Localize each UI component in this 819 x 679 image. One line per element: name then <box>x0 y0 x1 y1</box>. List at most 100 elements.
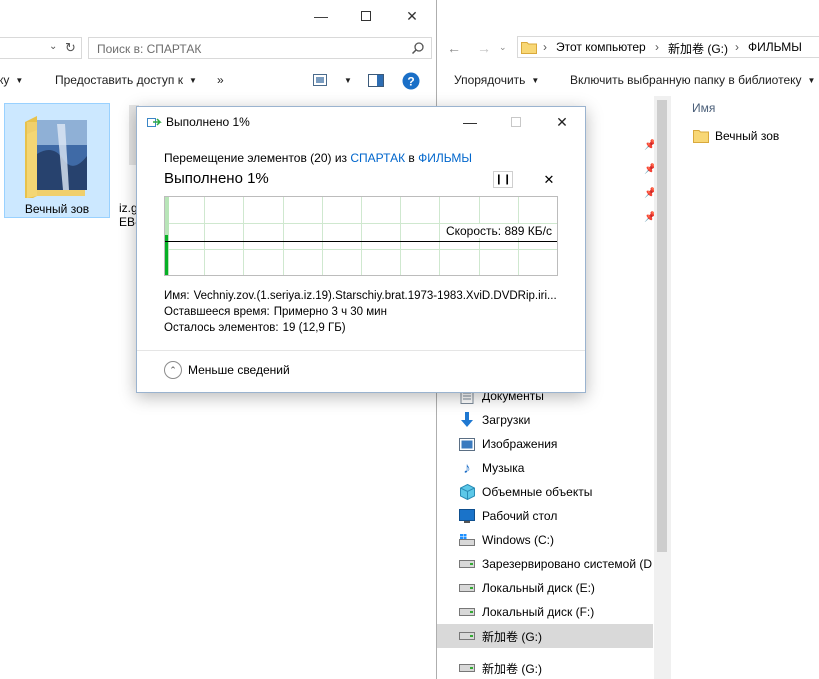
detail-items-value: 19 (12,9 ГБ) <box>282 322 346 334</box>
breadcrumb-separator-icon: › <box>735 40 739 54</box>
desktop-icon <box>459 508 475 524</box>
chevron-up-icon: ⌃ <box>164 361 182 379</box>
svg-text:?: ? <box>407 75 414 89</box>
right-command-bar: Упорядочить ▼ Включить выбранную папку в … <box>437 66 819 96</box>
minimize-button[interactable]: — <box>298 0 344 32</box>
nav-item-label: 新加卷 (G:) <box>482 661 542 676</box>
nav-item-label: Локальный диск (F:) <box>482 605 595 619</box>
chevron-down-icon[interactable]: ▼ <box>338 73 352 87</box>
speed-label: Скорость: 889 КБ/с <box>444 224 553 238</box>
breadcrumb-item[interactable]: Этот компьютер <box>556 40 646 54</box>
folder-thumbnail-icon <box>23 114 91 202</box>
nav-scrollbar-thumb[interactable] <box>657 100 667 552</box>
recent-locations-icon[interactable]: ⌄ <box>499 42 507 53</box>
pause-icon: ❙❙ <box>494 174 512 185</box>
dialog-maximize-button[interactable] <box>493 107 539 137</box>
include-in-library-button[interactable]: Включить выбранную папку в библиотеку ▼ <box>570 73 815 87</box>
nav-item-label: Рабочий стол <box>482 509 558 523</box>
nav-item-network-drive-g[interactable]: 新加卷 (G:) <box>459 656 649 679</box>
search-placeholder: Поиск в: СПАРТАК <box>97 42 202 56</box>
breadcrumb-item[interactable]: 新加卷 (G:) <box>668 40 728 57</box>
share-menu-button[interactable]: Предоставить доступ к ▼ <box>55 73 197 87</box>
nav-item-drive-g-selected[interactable]: 新加卷 (G:) <box>437 624 653 648</box>
breadcrumb-item[interactable]: ФИЛЬМЫ <box>748 40 802 54</box>
nav-item-label: Зарезервировано системой (D <box>482 557 653 571</box>
share-menu-label: Предоставить доступ к <box>55 73 183 87</box>
detail-time-value: Примерно 3 ч 30 мин <box>273 306 387 318</box>
nav-item-drive-c[interactable]: Windows (C:) <box>459 528 655 552</box>
dialog-minimize-button[interactable]: — <box>447 107 493 137</box>
file-move-icon <box>147 116 162 128</box>
progress-heading: Выполнено 1% <box>164 170 269 187</box>
copy-progress-dialog: Выполнено 1% — ✕ Перемещение элементов (… <box>136 106 586 393</box>
maximize-button[interactable] <box>343 0 389 32</box>
search-input[interactable]: Поиск в: СПАРТАК <box>88 37 432 59</box>
detail-name-label: Имя: <box>164 290 190 302</box>
breadcrumb-separator-icon: › <box>543 40 547 54</box>
nav-item-label: Локальный диск (E:) <box>482 581 595 595</box>
detail-items-label: Осталось элементов: <box>164 322 279 334</box>
nav-item-label: Изображения <box>482 437 558 451</box>
folder-icon <box>521 40 537 57</box>
nav-item-downloads[interactable]: Загрузки <box>459 408 655 432</box>
cancel-button[interactable]: ✕ <box>542 171 556 188</box>
nav-item-3d-objects[interactable]: Объемные объекты <box>459 480 655 504</box>
view-layout-icon[interactable] <box>313 74 327 89</box>
organize-label: Упорядочить <box>454 73 526 87</box>
dialog-close-button[interactable]: ✕ <box>539 107 585 137</box>
include-in-library-label: Включить выбранную папку в библиотеку <box>570 73 802 87</box>
nav-item-drive-d[interactable]: Зарезервировано системой (D <box>459 552 655 576</box>
nav-item-desktop[interactable]: Рабочий стол <box>459 504 655 528</box>
breadcrumb[interactable]: › Этот компьютер › 新加卷 (G:) › ФИЛЬМЫ <box>517 36 819 58</box>
more-commands-button[interactable]: » <box>217 73 224 87</box>
drive-icon <box>459 628 475 644</box>
nav-item-label: Объемные объекты <box>482 485 593 499</box>
move-in-word: в <box>408 151 415 165</box>
cube-icon <box>459 484 475 500</box>
chevron-down-icon: ▼ <box>188 76 197 85</box>
dialog-separator <box>137 350 585 351</box>
move-description: Перемещение элементов (20) из СПАРТАК в … <box>164 151 472 165</box>
destination-folder-link[interactable]: ФИЛЬМЫ <box>418 151 472 165</box>
source-folder-link[interactable]: СПАРТАК <box>350 151 405 165</box>
detail-items-row: Осталось элементов: 19 (12,9 ГБ) <box>164 322 346 334</box>
detail-name-row: Имя: Vechniy.zov.(1.seriya.iz.19).Starsch… <box>164 290 557 302</box>
left-command-bar: ку ▼ Предоставить доступ к ▼ » ▼ ? <box>0 66 437 96</box>
column-header-name[interactable]: Имя <box>692 101 715 115</box>
less-details-button[interactable]: ⌃ Меньше сведений <box>164 361 290 379</box>
speed-graph: Скорость: 889 КБ/с <box>164 196 558 276</box>
detail-name-value: Vechniy.zov.(1.seriya.iz.19).Starschiy.b… <box>193 290 557 302</box>
forward-arrow-icon[interactable]: → <box>477 40 491 56</box>
cmd-view-label: ку <box>0 73 10 87</box>
dialog-titlebar: Выполнено 1% — ✕ <box>137 107 585 137</box>
organize-menu-button[interactable]: Упорядочить ▼ <box>454 73 539 87</box>
preview-pane-icon[interactable] <box>368 74 384 90</box>
download-arrow-icon <box>459 412 475 428</box>
address-bar[interactable]: ⌄ ↻ <box>0 37 82 59</box>
nav-item-drive-e[interactable]: Локальный диск (E:) <box>459 576 655 600</box>
chevron-down-icon[interactable]: ⌄ <box>49 41 57 52</box>
content-folder-label: Вечный зов <box>715 129 780 143</box>
folder-tile-selected[interactable]: Вечный зов <box>4 103 110 218</box>
nav-item-label: Музыка <box>482 461 525 475</box>
refresh-icon[interactable]: ↻ <box>65 40 76 56</box>
back-arrow-icon[interactable]: ← <box>447 40 461 56</box>
search-icon <box>411 41 425 58</box>
close-button[interactable]: ✕ <box>389 0 435 32</box>
music-note-icon: ♪ <box>463 459 471 477</box>
nav-item-pictures[interactable]: Изображения <box>459 432 655 456</box>
detail-time-row: Оставшееся время: Примерно 3 ч 30 мин <box>164 306 387 318</box>
left-titlebar: — ✕ <box>0 0 437 32</box>
cmd-view-menu[interactable]: ку ▼ <box>0 73 23 87</box>
folder-tile-label: Вечный зов <box>24 202 90 216</box>
help-icon[interactable]: ? <box>402 72 420 93</box>
pictures-icon <box>459 436 475 452</box>
nav-item-music[interactable]: ♪ Музыка <box>459 456 655 480</box>
content-folder-item[interactable]: Вечный зов <box>693 129 779 143</box>
nav-item-drive-f[interactable]: Локальный диск (F:) <box>459 600 655 624</box>
nav-item-label: Windows (C:) <box>482 533 555 547</box>
folder-icon <box>693 129 709 143</box>
drive-icon <box>459 660 475 676</box>
pause-button[interactable]: ❙❙ <box>493 171 513 188</box>
detail-time-label: Оставшееся время: <box>164 306 270 318</box>
